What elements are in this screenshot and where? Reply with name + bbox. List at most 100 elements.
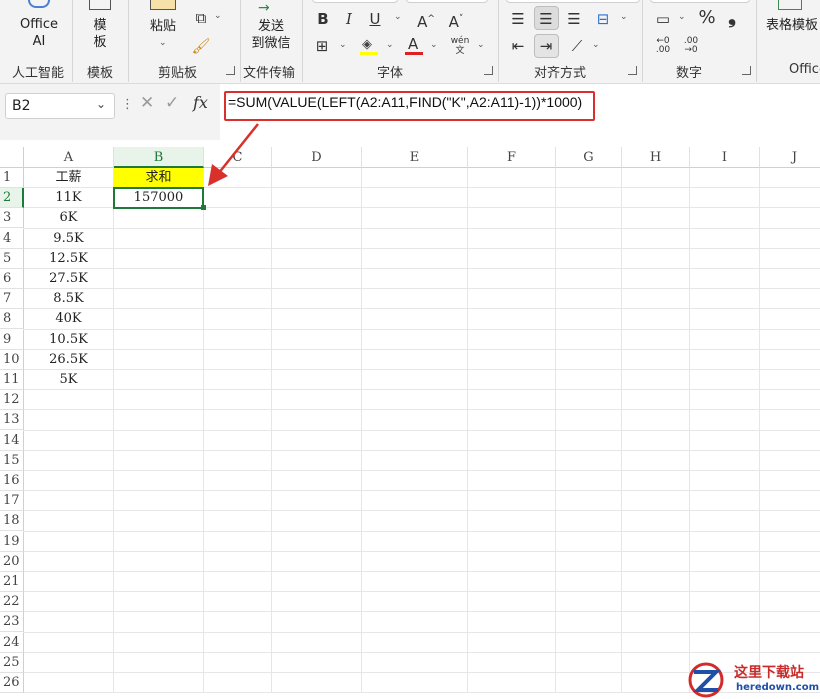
increase-decimal-icon[interactable]: ←0.00: [652, 37, 674, 55]
cell-a5[interactable]: 12.5K: [24, 249, 113, 269]
row-header-2[interactable]: 2: [0, 188, 24, 209]
cell-a1[interactable]: 工薪: [24, 168, 113, 188]
template-button[interactable]: 模 板: [78, 0, 122, 56]
row-header-1[interactable]: 1: [0, 168, 24, 188]
row-header-25[interactable]: 25: [0, 652, 24, 673]
column-header-f[interactable]: F: [468, 147, 556, 168]
row-header-23[interactable]: 23: [0, 612, 24, 633]
font-launcher-icon[interactable]: [484, 66, 493, 75]
row-header-10[interactable]: 10: [0, 349, 24, 370]
row-header-12[interactable]: 12: [0, 390, 24, 411]
cell-a6[interactable]: 27.5K: [24, 269, 113, 289]
increase-indent-icon[interactable]: ⇥: [536, 37, 556, 55]
decrease-indent-icon[interactable]: ⇤: [508, 37, 528, 55]
merge-dropdown-icon[interactable]: ⌄: [620, 12, 628, 22]
font-name-dropdown[interactable]: [312, 0, 398, 3]
decrease-decimal-icon[interactable]: .00 →0: [680, 37, 702, 55]
row-header-19[interactable]: 19: [0, 531, 24, 552]
borders-dropdown-icon[interactable]: ⌄: [339, 40, 347, 50]
column-header-h[interactable]: H: [622, 147, 690, 168]
name-box-dropdown-icon[interactable]: ⌄: [96, 97, 106, 111]
font-color-dropdown-icon[interactable]: ⌄: [430, 40, 438, 50]
row-header-4[interactable]: 4: [0, 228, 24, 249]
column-header-j[interactable]: J: [760, 147, 820, 168]
row-header-14[interactable]: 14: [0, 430, 24, 451]
orientation-dropdown-icon[interactable]: ⌄: [592, 40, 600, 50]
table-template-button[interactable]: 表格模板: [760, 0, 820, 56]
row-header-18[interactable]: 18: [0, 511, 24, 532]
row-header-8[interactable]: 8: [0, 309, 24, 330]
italic-button[interactable]: I: [340, 10, 358, 28]
currency-dropdown-icon[interactable]: ⌄: [678, 12, 686, 22]
name-box[interactable]: B2 ⌄: [5, 93, 115, 119]
row-header-16[interactable]: 16: [0, 471, 24, 491]
phonetic-dropdown-icon[interactable]: ⌄: [477, 40, 485, 50]
row-header-26[interactable]: 26: [0, 673, 24, 693]
cell-a4[interactable]: 9.5K: [24, 229, 113, 249]
fill-color-icon[interactable]: ◈: [360, 37, 378, 55]
column-header-e[interactable]: E: [362, 147, 468, 168]
cell-a3[interactable]: 6K: [24, 208, 113, 228]
row-header-15[interactable]: 15: [0, 450, 24, 471]
shrink-font-button[interactable]: A˅: [444, 10, 468, 31]
more-icon[interactable]: ⋮: [121, 97, 134, 112]
row-header-17[interactable]: 17: [0, 491, 24, 512]
underline-dropdown-icon[interactable]: ⌄: [394, 12, 402, 22]
column-header-i[interactable]: I: [690, 147, 760, 168]
cell-a10[interactable]: 26.5K: [24, 350, 113, 370]
currency-icon[interactable]: ▭: [652, 10, 674, 28]
row-header-3[interactable]: 3: [0, 208, 24, 229]
bold-button[interactable]: B: [314, 10, 332, 28]
format-painter-icon[interactable]: 🖌: [191, 37, 211, 55]
row-header-13[interactable]: 13: [0, 410, 24, 431]
underline-button[interactable]: U: [366, 10, 384, 28]
percent-button[interactable]: %: [696, 9, 718, 27]
clipboard-launcher-icon[interactable]: [226, 66, 235, 75]
insert-function-icon[interactable]: fx: [193, 93, 208, 112]
paste-dropdown-icon[interactable]: ⌄: [159, 38, 167, 48]
row-header-24[interactable]: 24: [0, 632, 24, 653]
cell-a8[interactable]: 40K: [24, 309, 113, 329]
borders-icon[interactable]: ⊞: [313, 37, 331, 55]
row-header-5[interactable]: 5: [0, 248, 24, 269]
copy-icon[interactable]: ⧉: [191, 9, 211, 27]
row-header-9[interactable]: 9: [0, 329, 24, 350]
font-color-icon[interactable]: A: [405, 35, 423, 55]
cell-a2[interactable]: 11K: [24, 188, 113, 208]
select-all-corner[interactable]: [0, 147, 24, 168]
align-center-icon[interactable]: ☰: [536, 10, 556, 28]
align-left-icon[interactable]: ☰: [508, 10, 528, 28]
spreadsheet-grid[interactable]: A B C D E F G H I J 1 2 3 4 5 6 7 8 9 10 11 12 13 14 15 16 17 18 19 2…: [0, 147, 820, 699]
font-size-dropdown[interactable]: [406, 0, 488, 3]
cell-a9[interactable]: 10.5K: [24, 330, 113, 350]
merge-cells-icon[interactable]: ⊟: [592, 10, 614, 28]
confirm-entry-icon[interactable]: ✓: [165, 93, 179, 113]
fill-color-dropdown-icon[interactable]: ⌄: [386, 40, 394, 50]
column-header-g[interactable]: G: [556, 147, 622, 168]
copy-dropdown-icon[interactable]: ⌄: [214, 11, 222, 21]
row-header-7[interactable]: 7: [0, 289, 24, 310]
cancel-entry-icon[interactable]: ✕: [140, 93, 154, 113]
row-header-22[interactable]: 22: [0, 592, 24, 613]
send-to-wechat-button[interactable]: → 发送 到微信: [244, 0, 298, 56]
column-header-b[interactable]: B: [114, 147, 204, 168]
fill-handle[interactable]: [201, 205, 206, 211]
column-header-a[interactable]: A: [24, 147, 114, 168]
cell-a7[interactable]: 8.5K: [24, 289, 113, 309]
comma-style-button[interactable]: ❟: [724, 6, 740, 26]
row-header-6[interactable]: 6: [0, 269, 24, 289]
number-launcher-icon[interactable]: [742, 66, 751, 75]
row-header-11[interactable]: 11: [0, 370, 24, 390]
number-format-dropdown[interactable]: [650, 0, 750, 3]
phonetic-guide-icon[interactable]: wén 文: [448, 36, 472, 56]
cell-b1[interactable]: 求和: [114, 168, 203, 188]
cell-a11[interactable]: 5K: [24, 370, 113, 390]
row-header-20[interactable]: 20: [0, 551, 24, 572]
alignment-launcher-icon[interactable]: [628, 66, 637, 75]
office-ai-button[interactable]: Office AI: [8, 0, 70, 56]
paste-button[interactable]: 粘贴 ⌄: [140, 0, 186, 56]
text-orientation-icon[interactable]: ⟋: [566, 37, 588, 55]
align-right-icon[interactable]: ☰: [564, 10, 584, 28]
grow-font-button[interactable]: A^: [414, 10, 438, 31]
column-header-d[interactable]: D: [272, 147, 362, 168]
